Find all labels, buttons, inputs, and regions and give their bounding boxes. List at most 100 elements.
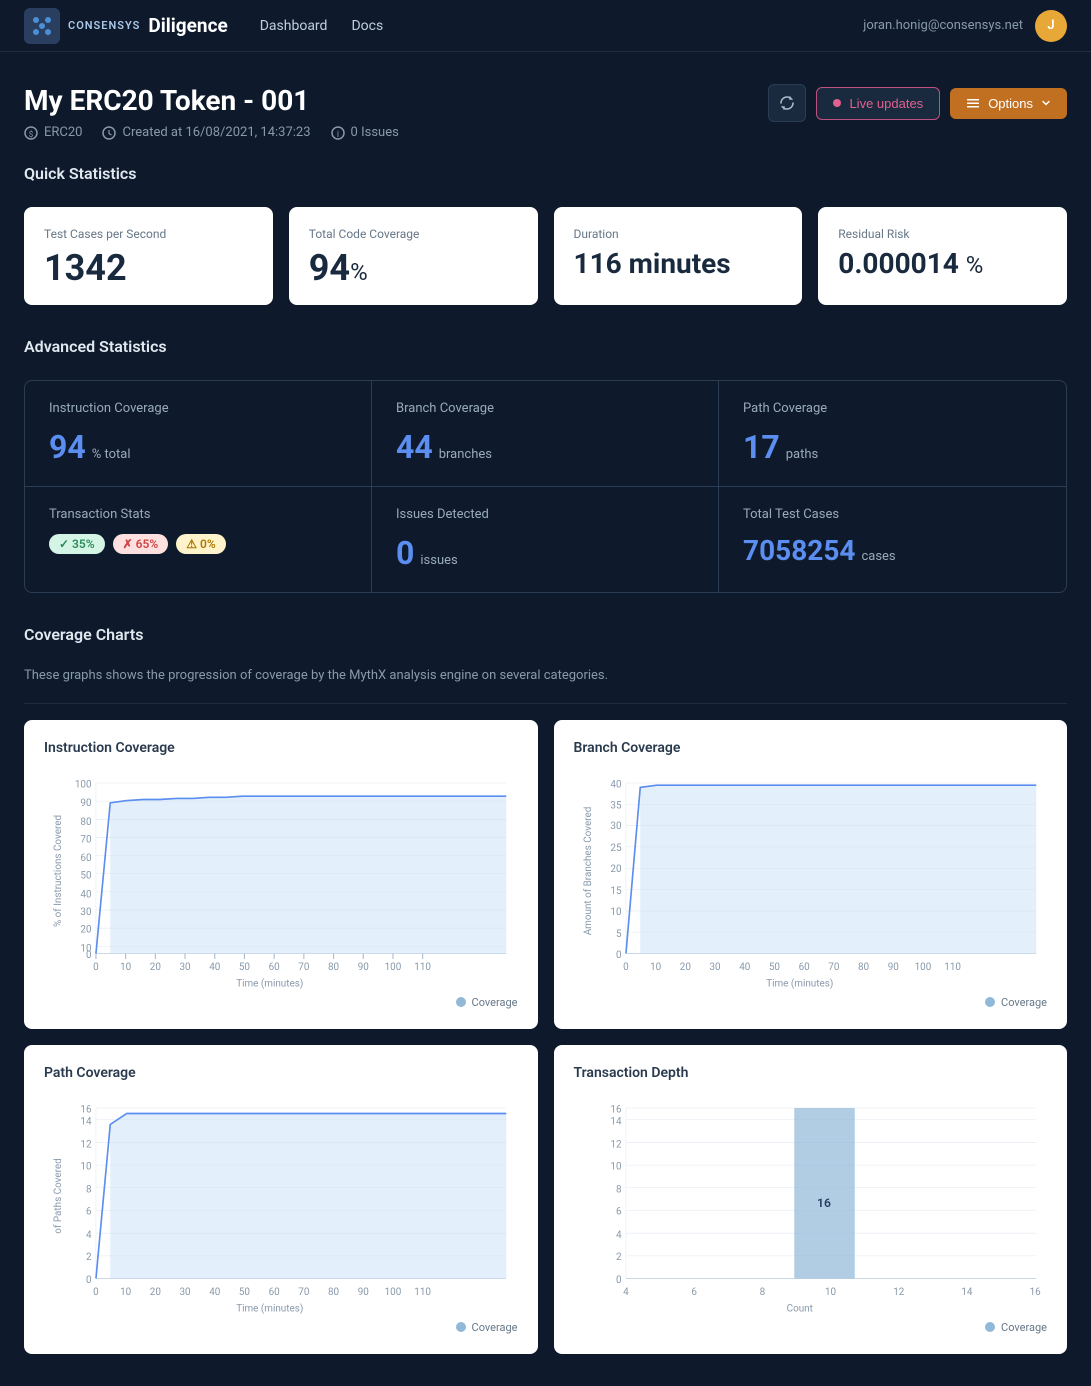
meta-created-text: Created at 16/08/2021, 14:37:23 (122, 125, 310, 140)
svg-text:40: 40 (610, 779, 621, 790)
meta-token-type: $ ERC20 (24, 125, 82, 140)
adv-sub-instruction: % total (92, 447, 131, 462)
charts-grid: Instruction Coverage (24, 720, 1067, 1354)
badge-green: ✓ 35% (49, 534, 105, 554)
svg-text:80: 80 (80, 816, 91, 827)
meta-issues-text: 0 Issues (351, 125, 399, 140)
refresh-button[interactable] (768, 84, 806, 122)
chart-branch-svg: 0 5 10 15 20 25 30 35 40 Amount of Branc… (574, 772, 1048, 992)
svg-text:60: 60 (269, 1287, 280, 1298)
chart-transaction-title: Transaction Depth (574, 1065, 1048, 1081)
refresh-icon (779, 95, 795, 111)
meta-created: Created at 16/08/2021, 14:37:23 (102, 125, 310, 140)
svg-text:20: 20 (679, 962, 690, 973)
svg-text:10: 10 (120, 962, 131, 973)
svg-text:20: 20 (150, 962, 161, 973)
svg-text:0: 0 (623, 962, 629, 973)
chart-instruction: Instruction Coverage (24, 720, 538, 1029)
bar-label-16: 16 (817, 1196, 831, 1210)
adv-cell-issues: Issues Detected 0 issues (372, 487, 719, 592)
svg-text:60: 60 (798, 962, 809, 973)
adv-sub-issues: issues (420, 553, 457, 568)
svg-text:8: 8 (759, 1287, 765, 1298)
adv-cell-branch: Branch Coverage 44 branches (372, 381, 719, 487)
advanced-stats-section: Advanced Statistics Instruction Coverage… (24, 337, 1067, 593)
adv-sub-testcases: cases (861, 549, 895, 564)
user-avatar[interactable]: J (1035, 10, 1067, 42)
stat-label-0: Test Cases per Second (44, 227, 253, 241)
svg-text:0: 0 (93, 962, 99, 973)
stat-card-3: Residual Risk 0.000014 % (818, 207, 1067, 305)
advanced-grid: Instruction Coverage 94 % total Branch C… (24, 380, 1067, 593)
nav-links: Dashboard Docs (260, 18, 864, 34)
coverage-charts-subtitle: These graphs shows the progression of co… (24, 668, 1067, 683)
legend-dot-2 (985, 997, 995, 1007)
chart-branch: Branch Coverage (554, 720, 1068, 1029)
svg-text:0: 0 (615, 1274, 621, 1285)
svg-text:10: 10 (80, 1161, 91, 1172)
stat-card-2: Duration 116 minutes (554, 207, 803, 305)
svg-text:35: 35 (610, 800, 622, 811)
svg-text:4: 4 (623, 1287, 629, 1298)
svg-text:70: 70 (298, 1287, 309, 1298)
svg-text:100: 100 (75, 779, 92, 790)
svg-text:100: 100 (914, 962, 931, 973)
meta-issues: i 0 Issues (331, 125, 399, 140)
svg-text:Amount of Branches Covered: Amount of Branches Covered (582, 806, 593, 935)
svg-text:25: 25 (610, 843, 622, 854)
svg-text:70: 70 (828, 962, 839, 973)
options-button[interactable]: Options (950, 88, 1067, 119)
nav-dashboard[interactable]: Dashboard (260, 18, 328, 34)
svg-text:60: 60 (80, 853, 91, 864)
svg-text:4: 4 (86, 1229, 92, 1240)
svg-text:50: 50 (768, 962, 779, 973)
adv-cell-transaction: Transaction Stats ✓ 35% ✗ 65% ⚠ 0% (25, 487, 372, 592)
svg-text:20: 20 (80, 924, 91, 935)
svg-text:14: 14 (80, 1116, 92, 1127)
chart-transaction-svg: 0 2 4 6 8 10 12 14 16 (574, 1097, 1048, 1317)
info-icon: i (331, 126, 345, 140)
svg-text:16: 16 (610, 1104, 622, 1115)
svg-text:5: 5 (615, 929, 621, 940)
live-updates-button[interactable]: Live updates (816, 87, 940, 120)
legend-dot-1 (456, 997, 466, 1007)
legend-dot-4 (985, 1322, 995, 1332)
stat-value-2: 116 minutes (574, 249, 783, 280)
svg-text:110: 110 (944, 962, 961, 973)
svg-text:6: 6 (86, 1206, 92, 1217)
main-content: My ERC20 Token - 001 $ ERC20 Created at … (0, 52, 1091, 1386)
page-meta: $ ERC20 Created at 16/08/2021, 14:37:23 … (24, 125, 399, 140)
meta-token-text: ERC20 (44, 125, 82, 140)
page-title-section: My ERC20 Token - 001 $ ERC20 Created at … (24, 84, 1067, 140)
svg-text:30: 30 (80, 907, 91, 918)
adv-sub-path: paths (786, 447, 819, 462)
adv-value-branch: 44 (396, 428, 433, 466)
svg-text:20: 20 (150, 1287, 161, 1298)
svg-text:50: 50 (239, 962, 250, 973)
svg-text:Count: Count (786, 1303, 812, 1314)
svg-text:100: 100 (385, 962, 402, 973)
nav-docs[interactable]: Docs (351, 18, 383, 34)
quick-stats-section: Quick Statistics Test Cases per Second 1… (24, 164, 1067, 305)
chart-instruction-svg: 0 10 20 30 40 50 60 70 80 90 100 % of In… (44, 772, 518, 992)
svg-text:0: 0 (93, 1287, 99, 1298)
svg-text:10: 10 (650, 962, 661, 973)
logo: CONSENSYS Diligence (24, 8, 228, 44)
adv-value-testcases: 7058254 (743, 534, 855, 567)
svg-text:80: 80 (328, 1287, 339, 1298)
chart-branch-area: 0 5 10 15 20 25 30 35 40 Amount of Branc… (574, 772, 1048, 992)
chart-instruction-area: 0 10 20 30 40 50 60 70 80 90 100 % of In… (44, 772, 518, 992)
adv-value-path: 17 (743, 428, 780, 466)
legend-label-2: Coverage (1001, 996, 1047, 1009)
svg-text:20: 20 (610, 864, 621, 875)
adv-value-issues: 0 (396, 534, 414, 572)
svg-text:110: 110 (414, 962, 431, 973)
bar-16 (794, 1108, 855, 1279)
chart-path-legend: Coverage (44, 1321, 518, 1334)
svg-text:50: 50 (239, 1287, 250, 1298)
advanced-stats-title: Advanced Statistics (24, 337, 1067, 364)
svg-text:100: 100 (385, 1287, 402, 1298)
svg-text:40: 40 (209, 1287, 220, 1298)
clock-icon (102, 126, 116, 140)
svg-text:30: 30 (709, 962, 720, 973)
